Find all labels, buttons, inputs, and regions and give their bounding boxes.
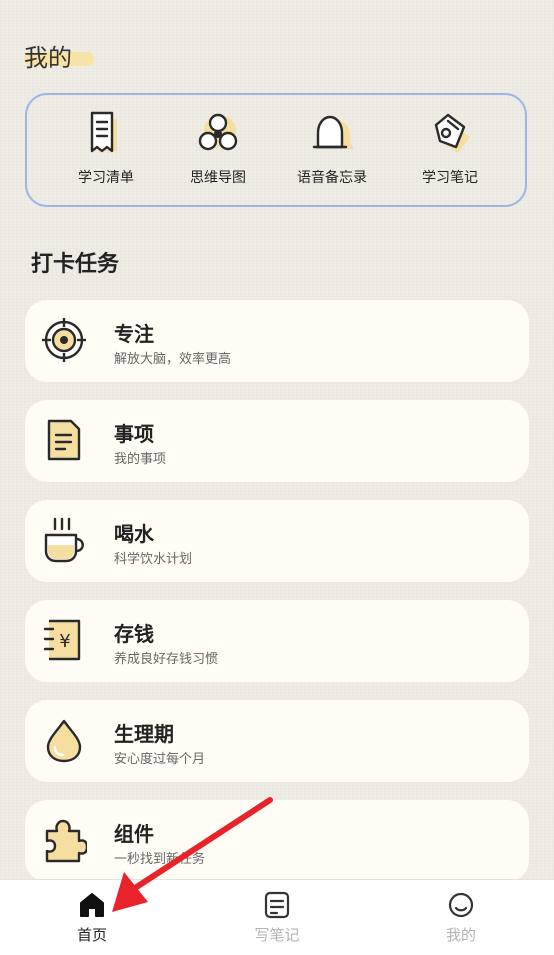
tool-label: 语音备忘录 (297, 170, 367, 186)
tab-label: 首页 (76, 926, 107, 944)
task-subtitle: 解放大脑，效率更高 (114, 352, 232, 367)
tools-panel: 学习清单 思维导图 语音备忘录 学习笔记 (25, 93, 527, 207)
tab-home[interactable]: 首页 (32, 880, 152, 955)
note-icon (262, 890, 292, 920)
tool-label: 学习清单 (78, 170, 134, 186)
study-notes-icon (422, 107, 478, 163)
document-icon (41, 417, 87, 463)
page-title: 我的 (24, 38, 94, 73)
task-title: 专注 (114, 322, 154, 346)
task-title: 生理期 (114, 722, 174, 746)
task-card-savings[interactable]: ¥ 存钱 养成良好存钱习惯 (25, 600, 529, 682)
tab-label: 写笔记 (254, 926, 300, 944)
task-card-period[interactable]: 生理期 安心度过每个月 (25, 700, 529, 782)
tool-label: 思维导图 (190, 170, 246, 186)
yuan-note-icon: ¥ (41, 617, 87, 663)
tool-mind-map[interactable]: 思维导图 (163, 107, 273, 187)
task-title: 事项 (114, 422, 154, 446)
task-subtitle: 科学饮水计划 (114, 552, 193, 567)
voice-memo-icon (304, 107, 360, 163)
task-card-focus[interactable]: 专注 解放大脑，效率更高 (25, 300, 529, 382)
task-card-widget[interactable]: 组件 一秒找到新任务 (25, 800, 529, 882)
mind-map-icon (190, 107, 246, 163)
task-subtitle: 一秒找到新任务 (114, 852, 206, 867)
task-subtitle: 我的事项 (114, 452, 167, 467)
tool-study-list[interactable]: 学习清单 (51, 107, 161, 187)
tool-voice-memo[interactable]: 语音备忘录 (277, 107, 387, 187)
task-subtitle: 安心度过每个月 (114, 752, 206, 767)
section-title: 打卡任务 (31, 252, 120, 277)
task-title: 喝水 (114, 522, 154, 546)
cup-icon (41, 517, 87, 563)
bottom-tab-bar: 首页 写笔记 我的 (0, 879, 554, 955)
task-card-water[interactable]: 喝水 科学饮水计划 (25, 500, 529, 582)
page-title-text: 我的 (24, 44, 72, 72)
task-subtitle: 养成良好存钱习惯 (114, 652, 219, 667)
tab-profile[interactable]: 我的 (401, 880, 521, 955)
task-title: 存钱 (114, 622, 154, 646)
task-title: 组件 (114, 822, 154, 846)
task-card-items[interactable]: 事项 我的事项 (25, 400, 529, 482)
tab-write-note[interactable]: 写笔记 (217, 880, 337, 955)
tab-label: 我的 (445, 926, 476, 944)
target-icon (41, 317, 87, 363)
study-list-icon (78, 107, 134, 163)
puzzle-icon (41, 817, 89, 863)
tool-label: 学习笔记 (422, 170, 478, 186)
drop-icon (41, 717, 87, 763)
profile-icon (446, 890, 476, 920)
tool-study-notes[interactable]: 学习笔记 (395, 107, 505, 187)
svg-text:¥: ¥ (59, 631, 70, 652)
home-icon (77, 890, 107, 920)
